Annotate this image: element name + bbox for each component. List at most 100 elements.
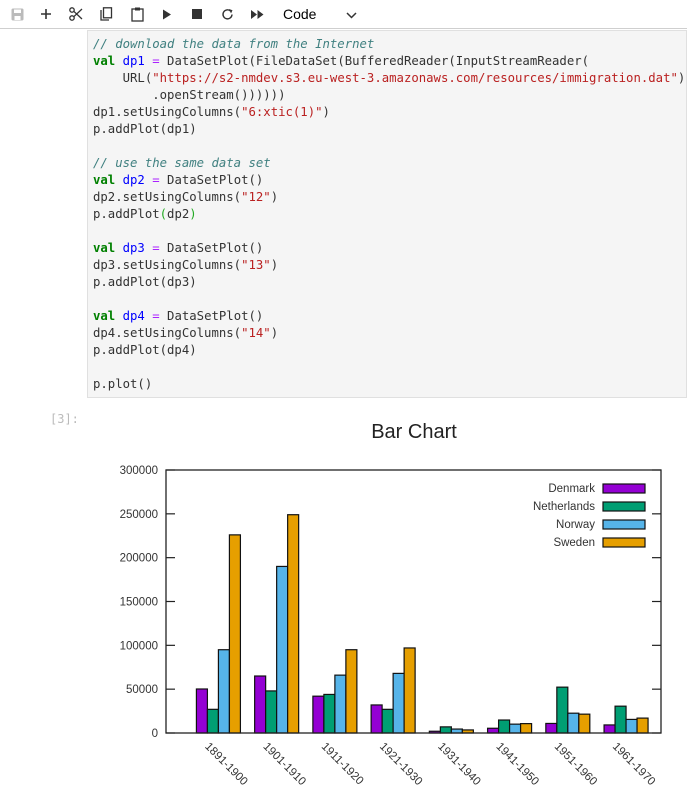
code-token: dp2 (122, 173, 145, 187)
y-tick-label: 100000 (120, 640, 158, 652)
bar-sweden-1911-1920 (345, 649, 358, 734)
clipboard-icon (130, 7, 144, 22)
code-token: "6:xtic(1)" (241, 105, 323, 119)
code-token: p.addPlot(dp3) (93, 275, 197, 289)
restart-button[interactable] (216, 4, 238, 24)
legend: Denmark Netherlands Norway Sweden (533, 483, 646, 549)
y-tick-label: 300000 (120, 465, 158, 477)
code-line: dp3.setUsingColumns("13") (93, 257, 278, 274)
bar-chart: Bar Chart 1891-1900 1901-1910 1911-1920 192… (120, 421, 662, 788)
legend-swatch-denmark (602, 483, 646, 494)
code-line: val dp2 = DataSetPlot() (93, 172, 263, 189)
code-token: dp3.setUsingColumns( (93, 258, 242, 272)
code-token: dp2 (167, 207, 190, 221)
save-icon (11, 8, 24, 21)
code-token: p.addPlot (93, 207, 160, 221)
code-token: dp4 (122, 309, 145, 323)
code-token: ) (270, 326, 279, 340)
code-token: .openStream()))))) (93, 88, 286, 102)
bar-denmark-1961-1970 (603, 724, 616, 734)
legend-label: Netherlands (533, 501, 595, 513)
code-token: = (152, 309, 160, 323)
code-token: = (152, 173, 160, 187)
bar-denmark-1941-1950 (486, 727, 500, 734)
bar-netherlands-1961-1970 (614, 705, 627, 734)
code-line: p.addPlot(dp4) (93, 342, 197, 359)
bar-norway-1911-1920 (334, 674, 347, 734)
code-token: "https://s2-nmdev.s3.eu-west-3.amazonaws… (152, 71, 678, 85)
code-token: dp4.setUsingColumns( (93, 326, 242, 340)
code-token: ) (270, 190, 279, 204)
stop-icon (192, 9, 202, 19)
code-token: "13" (241, 258, 271, 272)
code-line: URL("https://s2-nmdev.s3.eu-west-3.amazo… (93, 70, 686, 87)
y-tick-label: 200000 (120, 553, 158, 565)
legend-swatch-norway (602, 519, 646, 530)
cell-type-select[interactable]: Code (275, 3, 365, 25)
x-tick-label: 1951-1960 (552, 741, 599, 788)
bar-sweden-1901-1910 (287, 514, 300, 734)
bar-denmark-1951-1960 (545, 722, 558, 734)
code-token: dp1 (122, 54, 145, 68)
x-tick-label: 1891-1900 (202, 741, 249, 788)
y-tick-label: 150000 (120, 597, 158, 609)
paste-button[interactable] (126, 4, 148, 24)
copy-button[interactable] (95, 4, 117, 24)
notebook-toolbar: Code (0, 0, 687, 29)
bar-netherlands-1941-1950 (497, 719, 511, 734)
bar-netherlands-1921-1930 (381, 708, 394, 734)
cut-button[interactable] (65, 4, 87, 24)
code-token: dp1.setUsingColumns( (93, 105, 242, 119)
bar-netherlands-1951-1960 (556, 686, 569, 734)
bar-netherlands-1911-1920 (323, 693, 336, 734)
run-button[interactable] (156, 4, 178, 24)
restart-icon (221, 8, 234, 21)
save-button[interactable] (6, 4, 28, 24)
cell-type-value: Code (283, 6, 317, 22)
code-token: DataSetPlot() (159, 309, 264, 323)
code-token: p.plot() (93, 377, 153, 391)
bar-sweden-1921-1930 (403, 647, 416, 734)
code-token: ( (159, 207, 168, 221)
code-cell-editor[interactable]: // download the data from the Internet va… (87, 30, 687, 398)
run-all-button[interactable] (246, 4, 268, 24)
bar-netherlands-1931-1940 (439, 726, 452, 734)
bar-denmark-1891-1900 (195, 688, 209, 734)
legend-label: Norway (556, 519, 595, 531)
bar-sweden-1961-1970 (636, 717, 649, 734)
code-token: DataSetPlot() (159, 241, 264, 255)
x-tick-label: 1901-1910 (261, 741, 308, 788)
code-token: val (93, 54, 116, 68)
code-line: dp1.setUsingColumns("6:xtic(1)") (93, 104, 330, 121)
code-line: // download the data from the Internet (93, 36, 374, 53)
code-token: // use the same data set (93, 156, 271, 170)
x-tick-label: 1941-1950 (493, 741, 540, 788)
code-token: dp2.setUsingColumns( (93, 190, 242, 204)
code-token: val (93, 309, 116, 323)
y-tick-label: 250000 (120, 509, 158, 521)
code-line: p.plot() (93, 376, 152, 393)
legend-swatch-netherlands (602, 501, 646, 512)
code-line: val dp4 = DataSetPlot() (93, 308, 263, 325)
bar-denmark-1901-1910 (254, 675, 267, 734)
code-line: p.addPlot(dp1) (93, 121, 197, 138)
code-line: p.addPlot(dp2) (93, 206, 197, 223)
bar-norway-1961-1970 (625, 718, 638, 734)
bar-norway-1951-1960 (567, 712, 580, 734)
fast-forward-icon (250, 9, 264, 19)
bar-norway-1941-1950 (508, 723, 522, 734)
code-token: DataSetPlot(FileDataSet(BufferedReader(I… (159, 54, 590, 68)
bar-sweden-1941-1950 (519, 723, 533, 734)
insert-cell-button[interactable] (35, 4, 57, 24)
code-token: = (152, 54, 160, 68)
code-line: val dp1 = DataSetPlot(FileDataSet(Buffer… (93, 53, 589, 70)
code-token: ) (189, 207, 197, 221)
play-icon (162, 9, 172, 20)
bar-denmark-1921-1930 (370, 704, 383, 734)
chevron-down-icon (346, 6, 357, 22)
code-token: ) (322, 105, 330, 119)
stop-button[interactable] (186, 4, 208, 24)
